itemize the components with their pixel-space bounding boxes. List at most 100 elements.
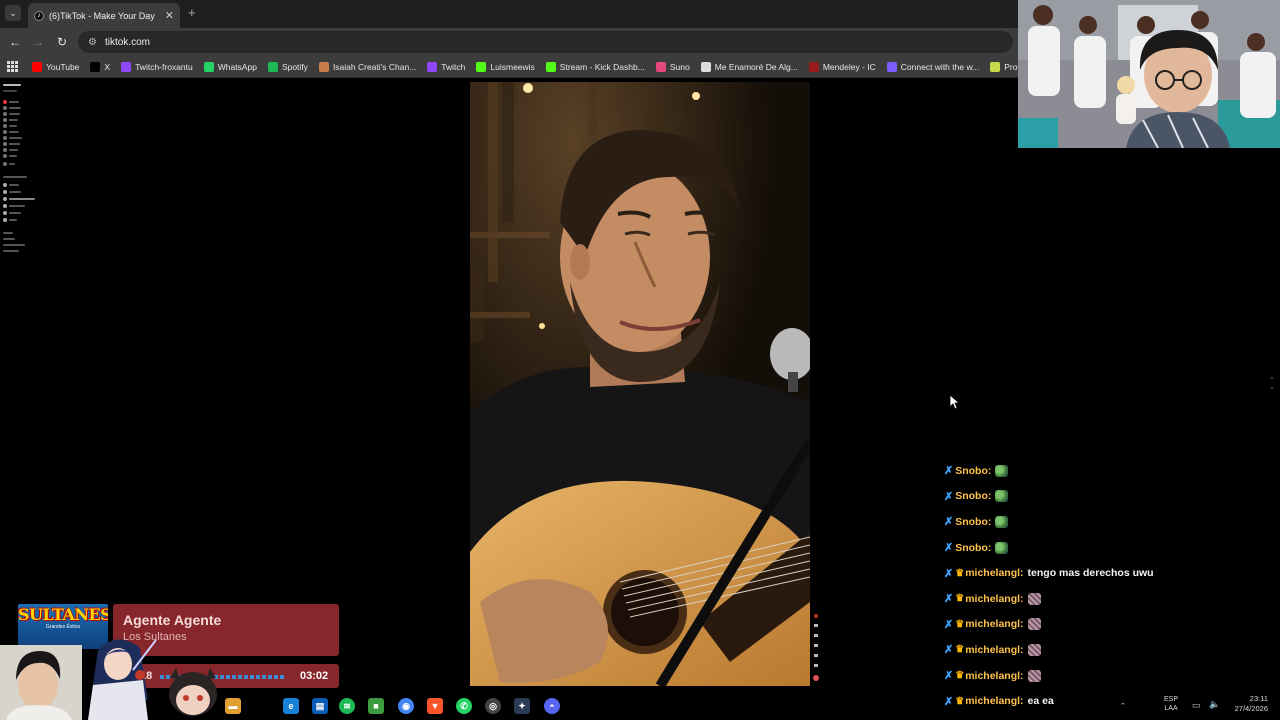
bookmark-item[interactable]: Twitch [427, 61, 465, 72]
chat-message: ✗ Snobo: [944, 509, 1274, 535]
bookmark-item[interactable]: X [90, 61, 111, 72]
apps-grid-icon[interactable] [7, 60, 18, 73]
video-caption-overlay [474, 672, 804, 682]
bookmark-label: Mendeley - IC [822, 61, 876, 72]
chat-username: michelangl [965, 618, 1021, 631]
tab-search-button[interactable]: ⌄ [5, 5, 21, 21]
obs-icon[interactable]: ◎ [485, 698, 501, 714]
chat-message: ✗ Snobo: [944, 535, 1274, 561]
pix-emote-icon [1027, 669, 1041, 682]
connect-icon [886, 61, 897, 72]
whatsapp-icon[interactable]: ✆ [456, 698, 472, 714]
bookmark-item[interactable]: Connect with the w... [886, 61, 980, 72]
chrome-icon[interactable]: ◉ [398, 698, 414, 714]
bookmark-label: Isaiah Creati's Chan... [332, 61, 417, 72]
mouse-cursor-icon [950, 395, 960, 409]
bookmarks-bar: YouTube X Twitch-froxantu WhatsApp Spotify Is… [0, 56, 1018, 78]
chat-separator: : [1020, 567, 1024, 580]
bookmark-label: Connect with the w... [900, 61, 980, 72]
taskbar: ▬ e ▤ ≋ ■ ◉ ▼ ✆ ◎ ✦ ◓ [150, 692, 1280, 720]
frog-emote-icon [995, 490, 1009, 503]
discord-icon[interactable]: ◓ [544, 698, 560, 714]
chat-separator: : [987, 464, 992, 477]
bookmark-label: X [104, 61, 111, 72]
edge-icon[interactable]: e [283, 698, 299, 714]
language-code: ESP [1164, 696, 1179, 703]
tiktok-video[interactable] [470, 82, 810, 686]
twitch-icon [427, 61, 438, 72]
bookmark-item[interactable]: Spotify [267, 61, 308, 72]
song-title: Agente Agente [123, 612, 222, 628]
youtube-icon [32, 61, 42, 72]
chat-separator: : [987, 515, 992, 528]
clock-date: 27/4/2026 [1234, 704, 1268, 713]
back-button[interactable]: ← [7, 34, 23, 50]
browser-toolbar: ← → ↻ ⚙ tiktok.com [0, 28, 1018, 56]
forward-button[interactable]: → [30, 34, 46, 50]
chat-separator: : [1020, 669, 1024, 682]
bookmark-item[interactable]: Suno [655, 61, 690, 72]
app-icon[interactable]: ✦ [514, 698, 530, 714]
moderator-badge-icon: ✗ [944, 490, 954, 503]
album-art-title: SULTANES [18, 605, 108, 624]
crown-badge-icon: ♛ [955, 644, 965, 656]
chat-username: Snobo [955, 464, 988, 477]
tiktok-icon: ♪ [34, 10, 44, 21]
chat-username: Snobo [955, 490, 988, 503]
reload-button[interactable]: ↻ [54, 34, 70, 50]
chat-message: ✗ Snobo: [944, 458, 1274, 484]
moderator-badge-icon: ✗ [944, 465, 954, 478]
moderator-badge-icon: ✗ [944, 516, 954, 529]
new-tab-button[interactable]: + [188, 5, 196, 20]
scroll-arrows-icon[interactable]: ⌃ ⌄ [1269, 377, 1275, 391]
clock-time: 23:11 [1249, 694, 1268, 703]
tiktok-sidebar[interactable] [3, 84, 43, 254]
chat-separator: : [1020, 618, 1024, 631]
bookmark-item[interactable]: Me Enamoré De Alg... [700, 61, 798, 72]
weather-icon [990, 61, 1001, 72]
bookmark-item[interactable]: Mendeley - IC [808, 61, 876, 72]
address-bar[interactable]: ⚙ tiktok.com [78, 31, 1013, 53]
system-clock[interactable]: 23:11 27/4/2026 [1228, 694, 1268, 714]
pix-emote-icon [1027, 592, 1041, 605]
frog-emote-icon [995, 515, 1009, 528]
chat-separator: : [987, 541, 992, 554]
moderator-badge-icon: ✗ [944, 644, 954, 657]
chat-separator: : [1020, 643, 1024, 656]
pix-emote-icon [1027, 618, 1041, 631]
file-explorer-icon[interactable]: ▬ [225, 698, 241, 714]
bookmark-label: Suno [669, 61, 690, 72]
store-icon[interactable]: ▤ [312, 698, 328, 714]
minecraft-icon[interactable]: ■ [368, 698, 384, 714]
bookmark-item[interactable]: Luismeewis [476, 61, 535, 72]
volume-icon[interactable]: 🔈 [1209, 699, 1220, 710]
brave-icon[interactable]: ▼ [427, 698, 443, 714]
bookmark-label: YouTube [46, 61, 80, 72]
tray-chevron-icon[interactable]: ⌃ [1120, 702, 1126, 710]
bookmark-item[interactable]: Pronóstico [990, 61, 1018, 72]
bookmark-label: Me Enamoré De Alg... [714, 61, 798, 72]
system-tray[interactable]: ⌃ [1120, 694, 1126, 718]
bookmark-item[interactable]: Isaiah Creati's Chan... [318, 61, 417, 72]
close-tab-icon[interactable]: ✕ [165, 9, 174, 22]
mendeley-icon [808, 61, 819, 72]
network-icon[interactable]: ▭ [1192, 700, 1201, 711]
kick-icon [476, 61, 487, 72]
bookmark-item[interactable]: WhatsApp [203, 61, 257, 72]
chat-message: ✗ ♛ michelangl: [944, 612, 1274, 638]
spotify-icon [267, 61, 278, 72]
bookmark-item[interactable]: YouTube [32, 61, 80, 72]
chat-username: michelangl [965, 567, 1021, 580]
video-side-actions[interactable] [812, 610, 820, 685]
input-language[interactable]: ESP LAA [1164, 695, 1178, 713]
bookmark-item[interactable]: Twitch-froxantu [121, 61, 193, 72]
music-icon [700, 61, 711, 72]
bookmark-label: Pronóstico [1004, 61, 1018, 72]
spotify-icon[interactable]: ≋ [339, 698, 355, 714]
moderator-badge-icon: ✗ [944, 567, 954, 580]
bookmark-item[interactable]: Stream - Kick Dashb... [545, 61, 645, 72]
site-info-icon[interactable]: ⚙ [88, 37, 97, 48]
streamer-webcam [1018, 0, 1280, 148]
crown-badge-icon: ♛ [955, 618, 965, 630]
tab-tiktok[interactable]: ♪ (6)TikTok - Make Your Day ✕ [28, 3, 180, 28]
